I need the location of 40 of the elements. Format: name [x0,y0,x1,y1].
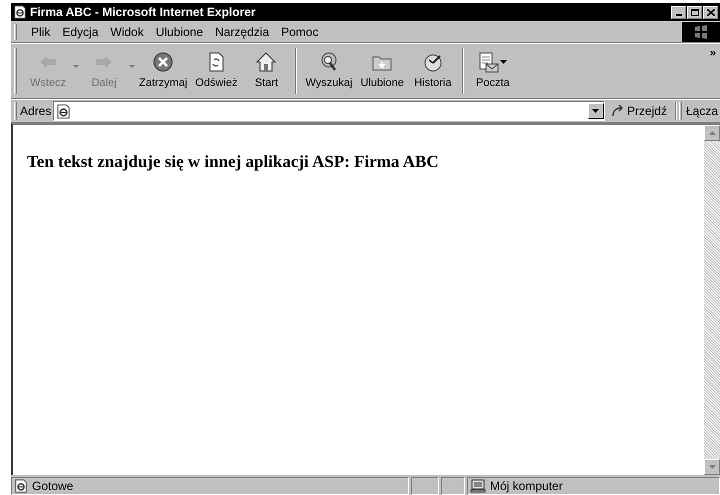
toolbar-button[interactable]: Start [241,44,292,98]
scroll-down-icon[interactable] [708,465,716,469]
toolbar-button[interactable]: Zatrzymaj [135,44,192,98]
curved-arrow-icon [610,105,625,117]
address-label: Adres [20,103,52,120]
menu-item[interactable]: Pomoc [275,22,324,40]
menu-item[interactable]: Edycja [56,22,104,40]
menu-item[interactable]: Ulubione [150,22,210,40]
go-button[interactable]: Przejdź [604,102,673,120]
stop-icon [152,50,174,73]
toolbar-button[interactable]: Poczta [458,44,518,98]
minimize-button[interactable] [671,6,686,18]
menu-item[interactable]: Widok [104,22,150,40]
windows-logo-icon [694,24,708,38]
toolbar-button[interactable]: Ulubione [356,44,408,98]
scroll-up-icon[interactable] [708,131,716,135]
maximize-button[interactable] [687,6,702,18]
more-button[interactable]: » [710,45,716,62]
status-text: Gotowe [32,478,74,495]
browser-page-icon [56,104,72,118]
status-panel [411,477,439,495]
vertical-scrollbar[interactable] [704,125,720,475]
page-text: Ten tekst znajduje się w innej aplikacji ASP: Firma ABC [27,151,440,173]
mail-icon [478,50,500,73]
window-title: Firma ABC - Microsoft Internet Explorer [30,4,256,21]
toolbar-button[interactable]: Historia [408,44,458,98]
menu-item[interactable]: Narzędzia [209,22,276,40]
close-icon [706,8,714,16]
house-icon [255,50,278,73]
status-panel [441,477,465,495]
zone-text: Mój komputer [490,478,563,495]
browser-page-icon [13,5,27,19]
menu-item[interactable]: Plik [25,22,56,40]
dropdown-arrow-icon[interactable] [592,109,600,113]
address-field[interactable] [53,101,605,121]
close-button[interactable] [703,6,718,18]
dropdown-caret-icon [500,60,508,64]
links-button[interactable]: Łącza [686,102,720,120]
toolbar-button[interactable]: Wyszukaj [291,44,356,98]
toolbar-button[interactable]: Odśwież [191,44,242,98]
